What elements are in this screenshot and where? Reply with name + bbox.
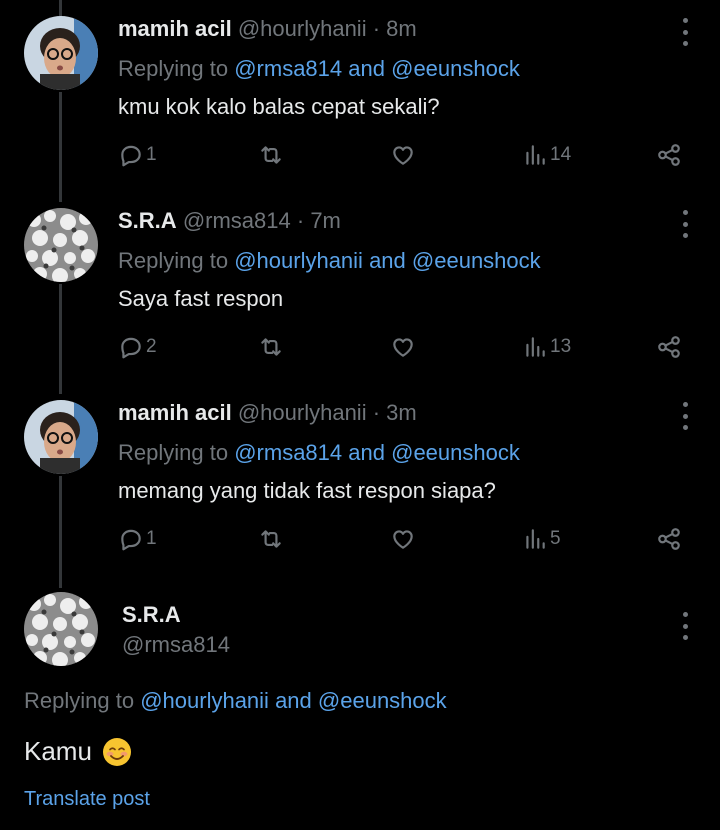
like-button[interactable] — [390, 524, 416, 554]
views-button[interactable]: 13 — [522, 332, 571, 362]
replying-to: Replying to @hourlyhanii and @eeunshock — [118, 248, 541, 273]
post-text: Kamu — [24, 736, 132, 767]
timestamp[interactable]: · 8m — [373, 16, 417, 41]
display-name[interactable]: S.R.A — [122, 602, 181, 628]
user-handle[interactable]: @hourlyhanii — [238, 16, 367, 41]
timestamp[interactable]: · 3m — [373, 400, 417, 425]
mention-link[interactable]: @eeunshock — [318, 688, 447, 713]
repost-icon — [261, 146, 281, 164]
post-header: S.R.A @rmsa814 · 7m — [118, 208, 341, 234]
repost-icon — [261, 530, 281, 548]
views-icon — [526, 337, 545, 357]
avatar[interactable] — [24, 208, 98, 282]
more-options-icon[interactable] — [680, 402, 690, 430]
avatar[interactable] — [24, 16, 98, 90]
reply-post[interactable]: mamih acil @hourlyhanii · 3m Replying to… — [0, 384, 720, 576]
reply-button[interactable]: 1 — [118, 140, 157, 170]
share-icon — [658, 528, 680, 550]
repost-button[interactable] — [258, 140, 284, 170]
views-count: 14 — [550, 144, 572, 165]
user-handle[interactable]: @rmsa814 — [122, 632, 230, 658]
post-header: mamih acil @hourlyhanii · 3m — [118, 400, 417, 426]
post-text: kmu kok kalo balas cepat sekali? — [118, 94, 440, 119]
reply-button[interactable]: 2 — [118, 332, 157, 362]
repost-button[interactable] — [258, 332, 284, 362]
reply-button[interactable]: 1 — [118, 524, 157, 554]
avatar[interactable] — [24, 400, 98, 474]
display-name[interactable]: S.R.A — [118, 208, 177, 233]
heart-icon — [393, 530, 413, 549]
share-button[interactable] — [656, 524, 682, 554]
more-options-icon[interactable] — [680, 18, 690, 46]
comment-icon — [121, 145, 141, 167]
reply-count: 1 — [146, 528, 157, 549]
mention-link[interactable]: @eeunshock — [391, 440, 520, 465]
focused-post: S.R.A @rmsa814 Replying to @hourlyhanii … — [0, 586, 720, 830]
views-count: 5 — [550, 528, 561, 549]
views-count: 13 — [550, 336, 572, 357]
comment-icon — [121, 529, 141, 551]
reply-post[interactable]: mamih acil @hourlyhanii · 8m Replying to… — [0, 0, 720, 192]
heart-icon — [393, 338, 413, 357]
like-button[interactable] — [390, 140, 416, 170]
views-icon — [526, 145, 545, 165]
user-handle[interactable]: @hourlyhanii — [238, 400, 367, 425]
heart-icon — [393, 146, 413, 165]
display-name[interactable]: mamih acil — [118, 16, 232, 41]
mention-link[interactable]: @hourlyhanii — [234, 248, 363, 273]
reply-post[interactable]: S.R.A @rmsa814 · 7m Replying to @hourlyh… — [0, 192, 720, 384]
action-bar: 1 5 — [118, 524, 688, 554]
views-icon — [526, 529, 545, 549]
reply-count: 2 — [146, 336, 157, 357]
comment-icon — [121, 337, 141, 359]
post-header: mamih acil @hourlyhanii · 8m — [118, 16, 417, 42]
views-button[interactable]: 5 — [522, 524, 561, 554]
avatar[interactable] — [24, 592, 98, 666]
mention-link[interactable]: @hourlyhanii — [140, 688, 269, 713]
action-bar: 2 13 — [118, 332, 688, 362]
mention-link[interactable]: @rmsa814 — [234, 56, 342, 81]
more-options-icon[interactable] — [680, 210, 690, 238]
share-icon — [658, 336, 680, 358]
repost-button[interactable] — [258, 524, 284, 554]
share-button[interactable] — [656, 332, 682, 362]
mention-link[interactable]: @rmsa814 — [234, 440, 342, 465]
post-text: memang yang tidak fast respon siapa? — [118, 478, 496, 503]
more-options-icon[interactable] — [680, 612, 690, 640]
reply-count: 1 — [146, 144, 157, 165]
user-handle[interactable]: @rmsa814 — [183, 208, 291, 233]
timestamp[interactable]: · 7m — [297, 208, 341, 233]
views-button[interactable]: 14 — [522, 140, 571, 170]
replying-to: Replying to @rmsa814 and @eeunshock — [118, 440, 520, 465]
share-button[interactable] — [656, 140, 682, 170]
like-button[interactable] — [390, 332, 416, 362]
action-bar: 1 14 — [118, 140, 688, 170]
mention-link[interactable]: @eeunshock — [412, 248, 541, 273]
mention-link[interactable]: @eeunshock — [391, 56, 520, 81]
display-name[interactable]: mamih acil — [118, 400, 232, 425]
translate-post-link[interactable]: Translate post — [24, 788, 150, 811]
share-icon — [658, 144, 680, 166]
replying-to: Replying to @hourlyhanii and @eeunshock — [24, 688, 447, 713]
post-text: Saya fast respon — [118, 286, 284, 311]
smiling-face-emoji — [102, 737, 131, 766]
replying-to: Replying to @rmsa814 and @eeunshock — [118, 56, 520, 81]
repost-icon — [261, 338, 281, 356]
